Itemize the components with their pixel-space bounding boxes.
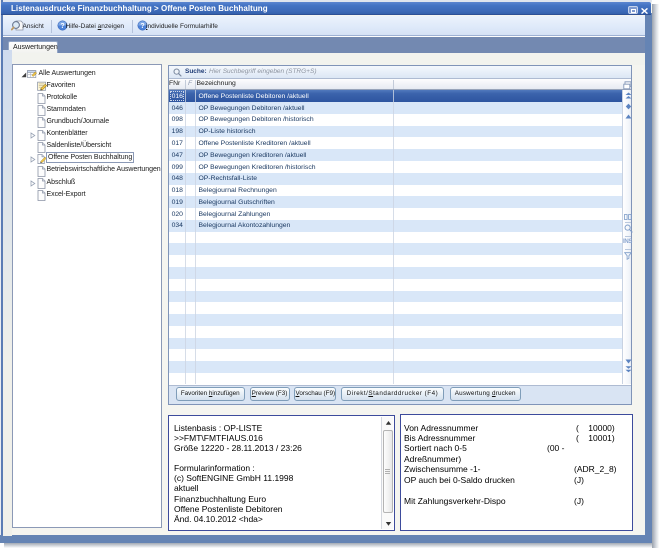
svg-text:?: ? [140,23,144,30]
svg-text:?: ? [60,23,64,30]
